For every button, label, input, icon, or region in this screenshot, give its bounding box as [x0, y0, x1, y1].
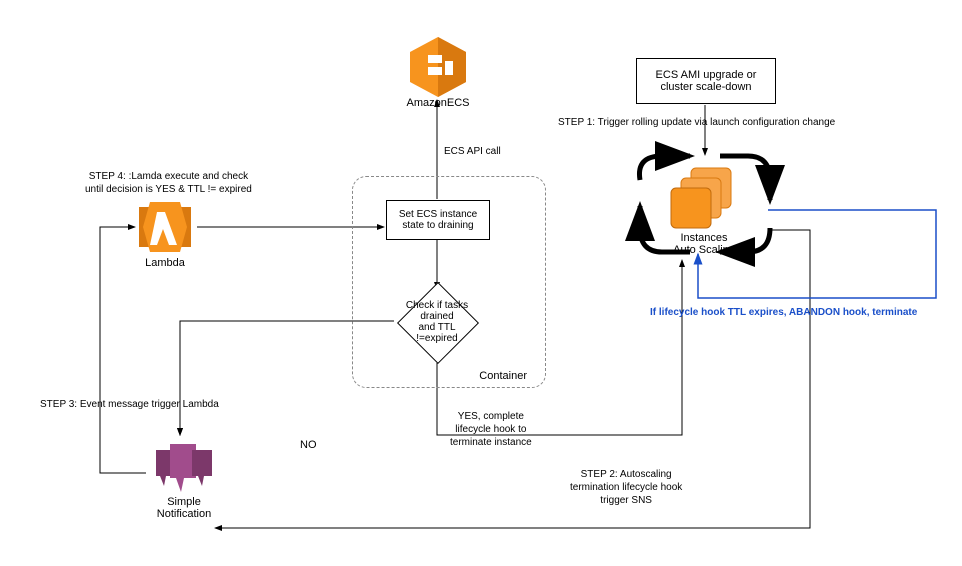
set-state-text: Set ECS instance state to draining — [399, 209, 477, 231]
check-diamond: Check if tasks drained and TTL !=expired — [393, 278, 481, 366]
lambda-label: Lambda — [115, 257, 215, 269]
amazon-ecs-icon: AmazonECS — [408, 37, 468, 97]
sns-label: Simple Notification — [134, 496, 234, 520]
instances-label: Instances Auto Scaling — [644, 232, 764, 256]
diagram-canvas: AmazonECS Lambda Simple Notification Ins… — [0, 0, 962, 566]
trigger-box: ECS AMI upgrade or cluster scale-down — [636, 58, 776, 104]
step1-label: STEP 1: Trigger rolling update via launc… — [558, 116, 835, 129]
amazon-ecs-label: AmazonECS — [388, 97, 488, 109]
container-group-label: Container — [479, 369, 527, 383]
check-diamond-text: Check if tasks drained and TTL !=expired — [393, 278, 481, 366]
no-label: NO — [300, 438, 317, 452]
trigger-box-text: ECS AMI upgrade or cluster scale-down — [656, 69, 757, 93]
abandon-label: If lifecycle hook TTL expires, ABANDON h… — [650, 306, 917, 319]
step4-label: STEP 4: :Lamda execute and check until d… — [85, 170, 252, 196]
yes-label: YES, complete lifecycle hook to terminat… — [450, 410, 532, 449]
sns-icon: Simple Notification — [150, 438, 216, 498]
step2-label: STEP 2: Autoscaling termination lifecycl… — [570, 468, 682, 507]
step3-label: STEP 3: Event message trigger Lambda — [40, 398, 219, 411]
ecs-call-label: ECS API call — [444, 145, 501, 158]
lambda-icon: Lambda — [135, 197, 195, 257]
set-state-box: Set ECS instance state to draining — [386, 200, 490, 240]
instances-icon: Instances Auto Scaling — [658, 162, 748, 252]
